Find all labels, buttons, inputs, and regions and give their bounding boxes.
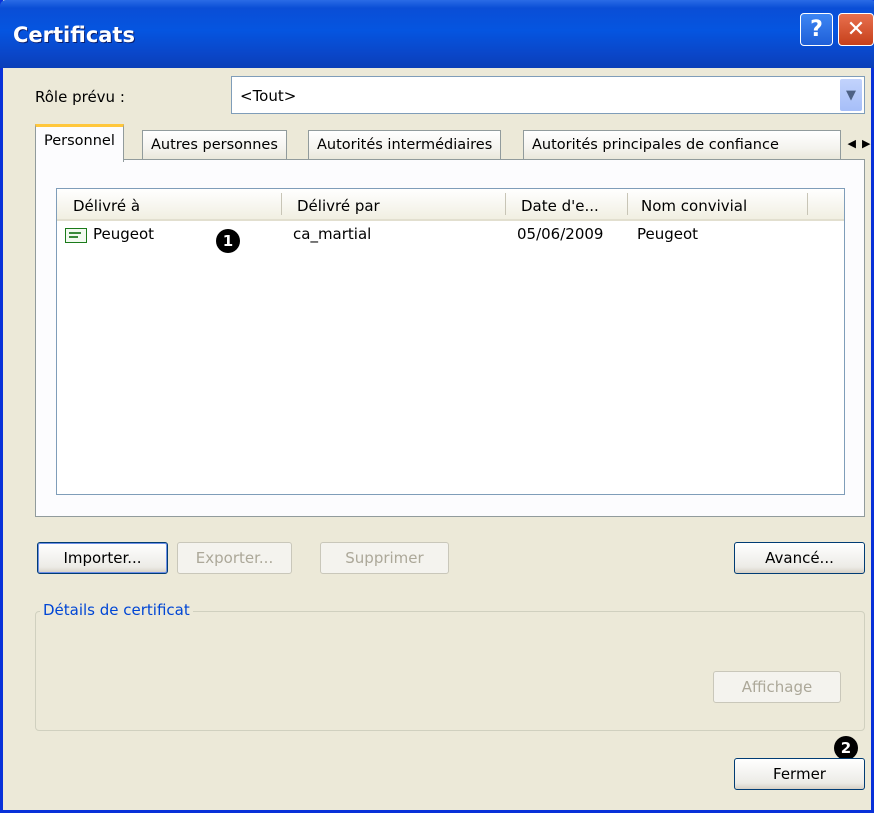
arrow-right-icon[interactable]: ▶ bbox=[862, 137, 870, 150]
help-button[interactable]: ? bbox=[800, 13, 833, 46]
chevron-down-icon[interactable]: ▼ bbox=[840, 79, 862, 111]
column-header-issued-by[interactable]: Délivré par bbox=[297, 197, 380, 215]
certificate-details-legend: Détails de certificat bbox=[40, 601, 193, 619]
column-separator[interactable] bbox=[505, 193, 506, 215]
tab-personnel[interactable]: Personnel bbox=[35, 124, 124, 162]
tab-label: Personnel bbox=[44, 133, 115, 149]
intended-role-value: <Tout> bbox=[240, 87, 297, 105]
tab-scroll-buttons: ◀ ▶ bbox=[841, 132, 874, 154]
close-button[interactable]: Fermer bbox=[734, 758, 865, 790]
close-window-button[interactable]: ✕ bbox=[838, 13, 874, 46]
tab-bar: Personnel Autres personnes Autorités int… bbox=[35, 124, 870, 162]
cell-expiry-date: 05/06/2009 bbox=[517, 225, 604, 243]
import-button[interactable]: Importer... bbox=[37, 542, 168, 574]
column-header-friendly-name[interactable]: Nom convivial bbox=[641, 197, 747, 215]
tab-autorites-intermediaires[interactable]: Autorités intermédiaires bbox=[308, 130, 502, 160]
certificates-dialog: Certificats ? ✕ Rôle prévu : <Tout> ▼ Pe… bbox=[0, 0, 874, 813]
column-separator[interactable] bbox=[627, 193, 628, 215]
cell-issued-to: Peugeot bbox=[93, 225, 155, 243]
table-row[interactable]: Peugeot ca_martial 05/06/2009 Peugeot bbox=[57, 225, 844, 247]
intended-role-select[interactable]: <Tout> ▼ bbox=[231, 76, 865, 114]
cell-friendly-name: Peugeot bbox=[637, 225, 699, 243]
list-header: Délivré à Délivré par Date d'e... Nom co… bbox=[57, 189, 844, 221]
tab-autres-personnes[interactable]: Autres personnes bbox=[142, 130, 287, 160]
tab-label: Autres personnes bbox=[151, 137, 278, 153]
certificate-list[interactable]: Délivré à Délivré par Date d'e... Nom co… bbox=[56, 188, 845, 495]
tab-label: Autorités principales de confiance bbox=[532, 137, 779, 153]
column-header-issued-to[interactable]: Délivré à bbox=[73, 197, 140, 215]
certificate-icon bbox=[65, 228, 87, 243]
callout-marker-1: 1 bbox=[216, 229, 240, 253]
export-button[interactable]: Exporter... bbox=[177, 542, 292, 574]
intended-role-label: Rôle prévu : bbox=[35, 88, 125, 106]
delete-button[interactable]: Supprimer bbox=[320, 542, 449, 574]
advanced-button[interactable]: Avancé... bbox=[734, 542, 865, 574]
cell-issued-by: ca_martial bbox=[293, 225, 372, 243]
close-x-icon: ✕ bbox=[846, 17, 866, 42]
column-separator[interactable] bbox=[807, 193, 808, 215]
tab-panel: Délivré à Délivré par Date d'e... Nom co… bbox=[35, 159, 865, 517]
callout-marker-2: 2 bbox=[834, 736, 858, 760]
tab-autorites-principales[interactable]: Autorités principales de confiance bbox=[523, 130, 841, 160]
window-title: Certificats bbox=[13, 23, 135, 47]
arrow-left-icon[interactable]: ◀ bbox=[848, 137, 856, 150]
tab-label: Autorités intermédiaires bbox=[317, 137, 493, 153]
view-button[interactable]: Affichage bbox=[713, 671, 841, 703]
certificate-details-group: Détails de certificat Affichage bbox=[35, 601, 865, 731]
question-mark-icon: ? bbox=[810, 17, 823, 42]
column-separator[interactable] bbox=[281, 193, 282, 215]
column-header-expiry-date[interactable]: Date d'e... bbox=[521, 197, 599, 215]
title-bar[interactable]: Certificats ? ✕ bbox=[0, 0, 874, 68]
